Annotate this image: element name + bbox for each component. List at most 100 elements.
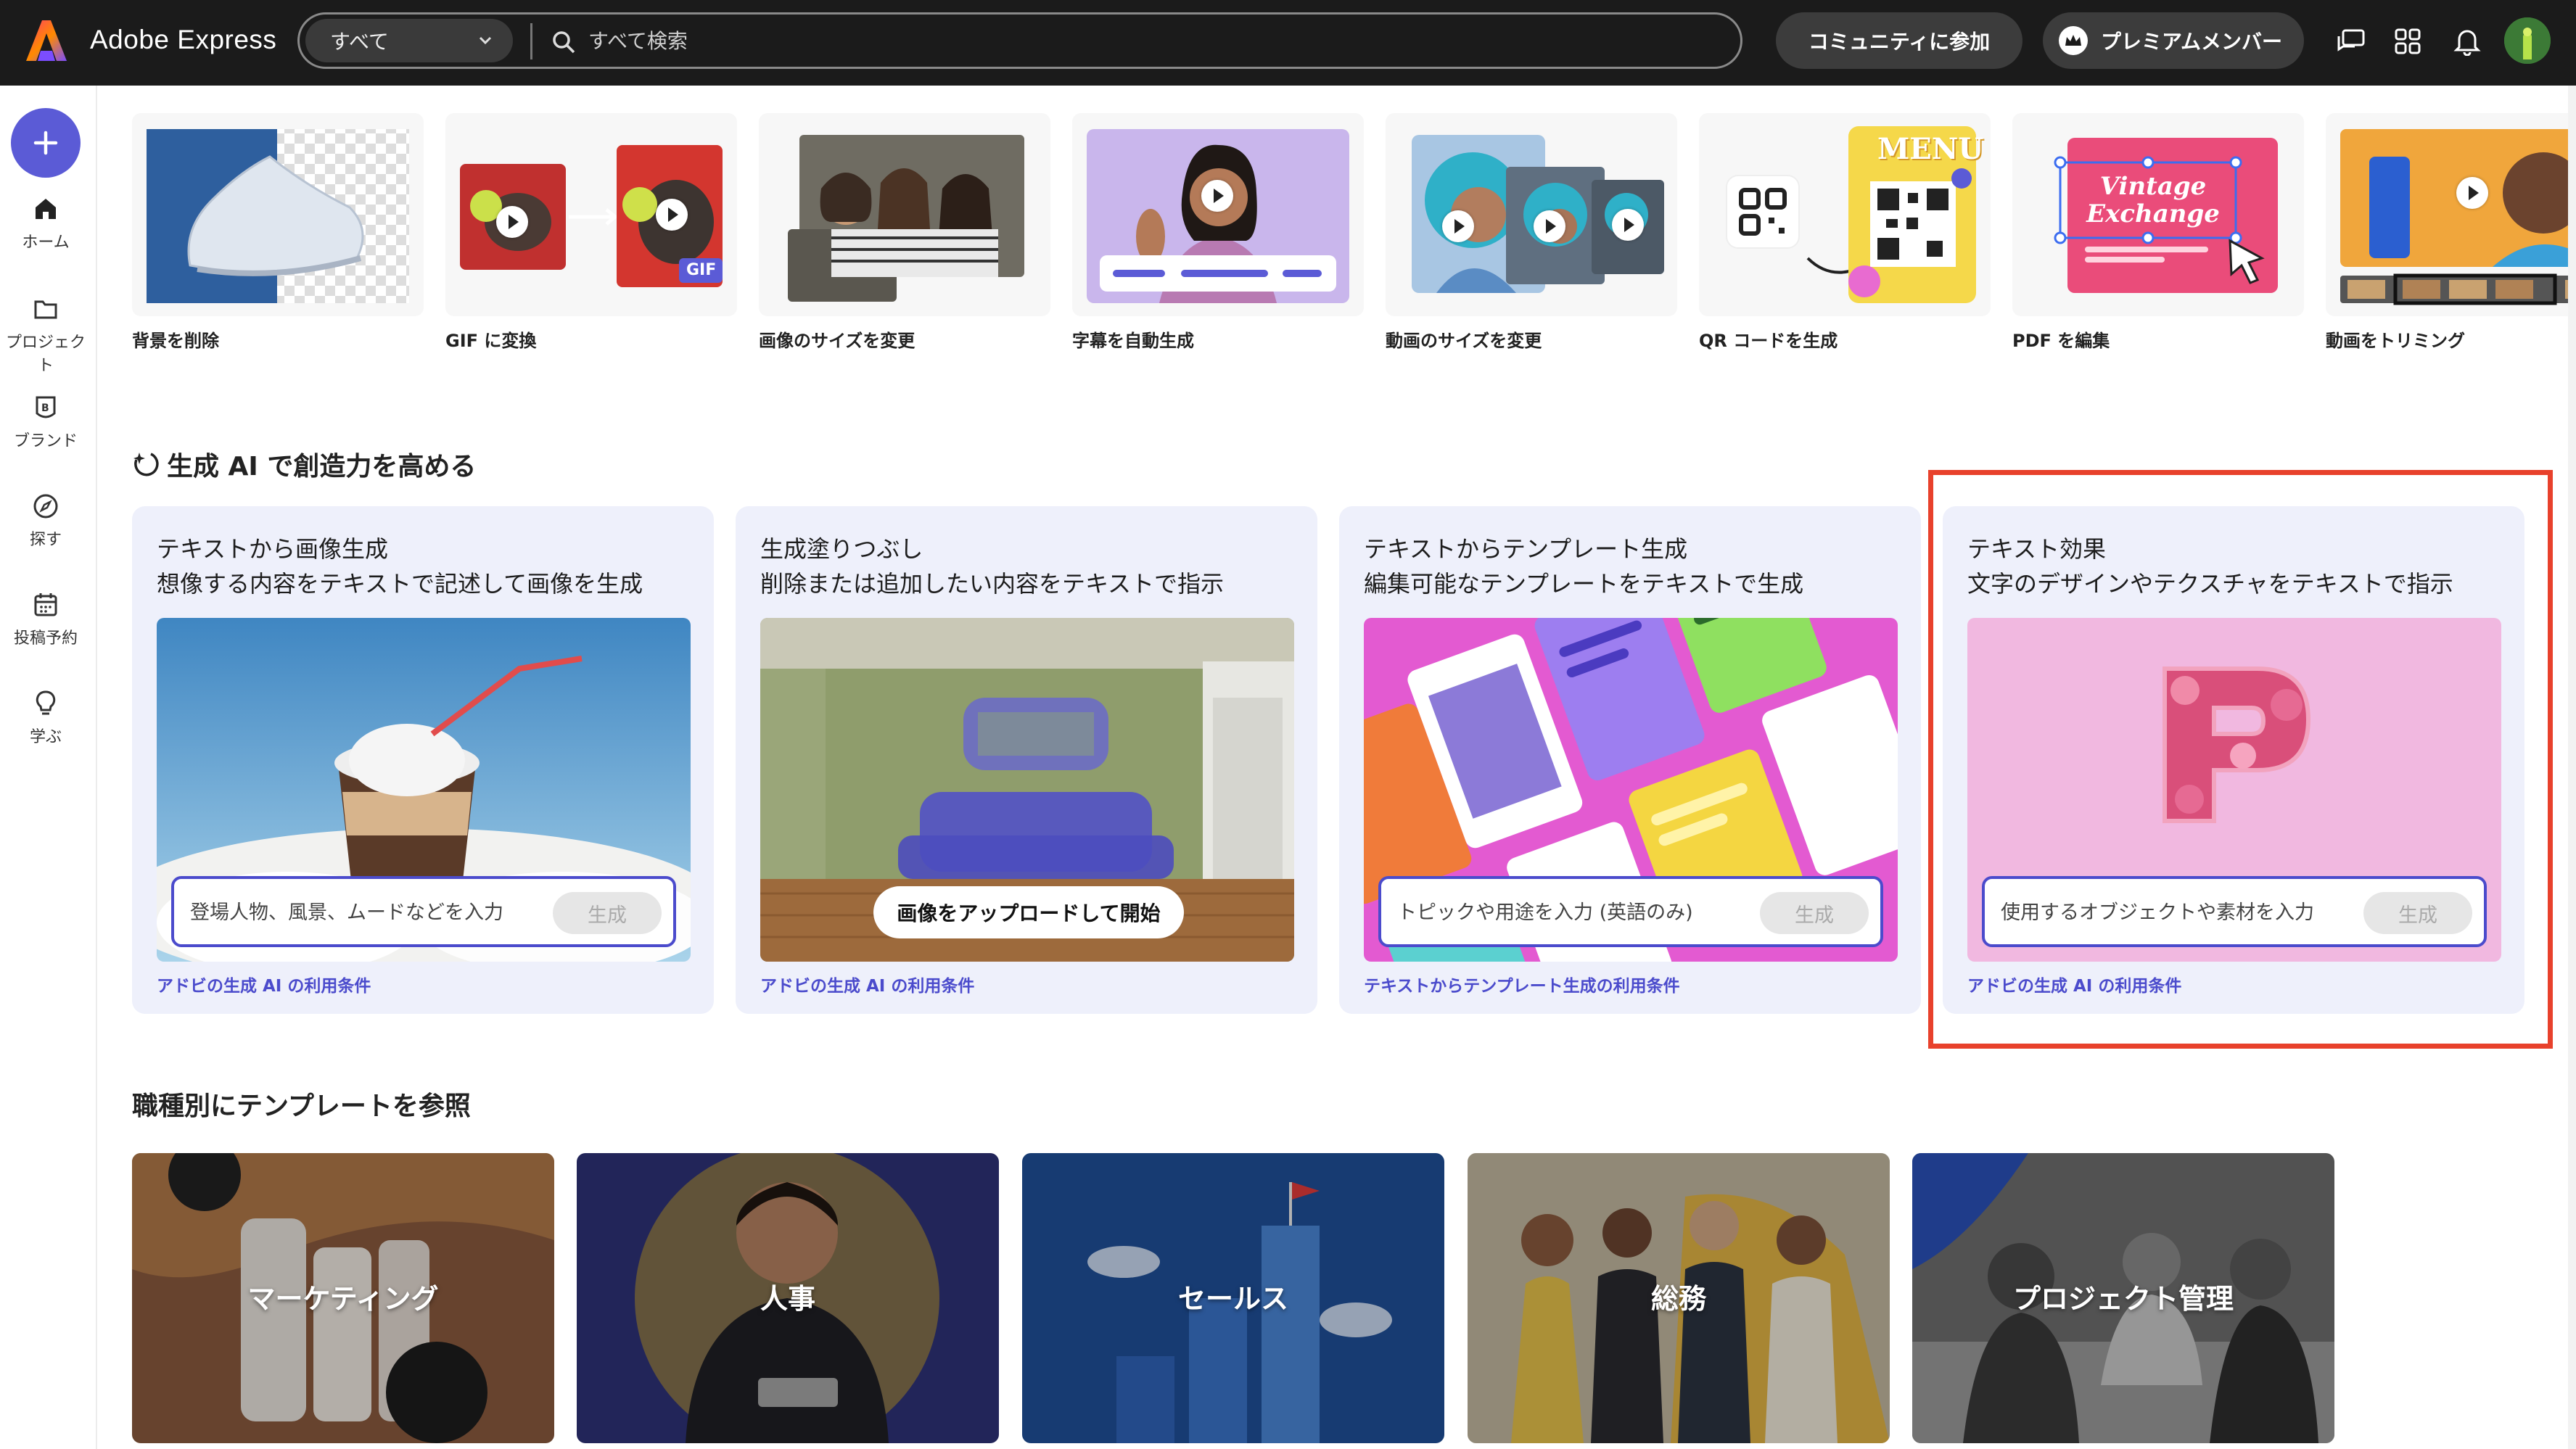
- genai-card-text-to-image[interactable]: テキストから画像生成 想像する内容をテキストで記述して画像を生成 生成 アドビの…: [132, 506, 714, 1014]
- quick-action-resize-video[interactable]: 動画のサイズを変更: [1386, 113, 1677, 352]
- generate-button[interactable]: 生成: [553, 892, 662, 934]
- job-card-marketing[interactable]: マーケティング: [132, 1153, 554, 1443]
- prompt-box: 生成: [1378, 876, 1883, 947]
- quick-action-thumbnail: MENU: [1699, 113, 1991, 316]
- top-bar: Adobe Express すべて コミュニティに参加 プレミアムメンバー: [0, 0, 2576, 86]
- job-card-project-management[interactable]: プロジェクト管理: [1912, 1153, 2334, 1443]
- quick-action-thumbnail: [2326, 113, 2576, 316]
- card-title: テキストからテンプレート生成: [1364, 535, 1688, 563]
- play-icon: [2456, 177, 2488, 209]
- text-to-image-prompt-input[interactable]: [190, 895, 553, 930]
- search-icon: [553, 31, 575, 54]
- terms-link[interactable]: アドビの生成 AI の利用条件: [157, 972, 371, 996]
- play-icon: [1534, 210, 1565, 242]
- quick-action-auto-captions[interactable]: 字幕を自動生成: [1072, 113, 1364, 352]
- sidebar-item-home[interactable]: ホーム: [0, 194, 91, 252]
- quick-action-label: 動画のサイズを変更: [1386, 331, 1542, 351]
- join-community-button[interactable]: コミュニティに参加: [1776, 12, 2022, 69]
- sidebar-item-label: 学ぶ: [29, 728, 62, 746]
- card-image: 生成: [1364, 618, 1898, 962]
- chat-icon[interactable]: [2334, 25, 2368, 58]
- quick-action-edit-pdf[interactable]: Vintage Exchange PDF を編集: [2012, 113, 2304, 352]
- terms-link[interactable]: アドビの生成 AI の利用条件: [760, 972, 974, 996]
- play-icon: [1442, 210, 1474, 242]
- upload-image-button[interactable]: 画像をアップロードして開始: [873, 886, 1184, 938]
- folder-icon: [34, 300, 57, 319]
- quick-action-thumbnail: [132, 113, 424, 316]
- play-icon: [1612, 209, 1644, 241]
- quick-action-resize-image[interactable]: 画像のサイズを変更: [759, 113, 1050, 352]
- sparkle-icon: [133, 453, 159, 476]
- prompt-box: 生成: [171, 876, 676, 947]
- play-icon: [1201, 180, 1233, 212]
- genai-card-text-to-template[interactable]: テキストからテンプレート生成 編集可能なテンプレートをテキストで生成 トピックや…: [1339, 506, 1921, 1014]
- play-icon: [656, 199, 688, 231]
- gif-badge: GIF: [686, 261, 717, 279]
- calendar-icon: [34, 593, 57, 616]
- job-card-general-affairs[interactable]: 総務: [1468, 1153, 1890, 1443]
- search-input[interactable]: [588, 22, 1676, 59]
- genai-card-generative-fill[interactable]: 生成塗りつぶし 削除または追加したい内容をテキストで指示 画像をアップロードして…: [736, 506, 1317, 1014]
- apps-grid-icon[interactable]: [2391, 25, 2424, 58]
- join-community-label: コミュニティに参加: [1808, 30, 1991, 54]
- sidebar-item-learn[interactable]: 学ぶ: [0, 689, 91, 747]
- menu-text: MENU: [1877, 132, 1984, 166]
- discover-icon: [33, 494, 58, 519]
- search-scope-label: すべて: [330, 30, 389, 54]
- terms-link[interactable]: テキストからテンプレート生成の利用条件: [1364, 972, 1680, 996]
- pdf-sample-title: Vintage Exchange: [2086, 172, 2220, 228]
- quick-action-convert-gif[interactable]: GIF GIF に変換: [445, 113, 737, 352]
- quick-action-label: GIF に変換: [445, 331, 537, 351]
- quick-action-remove-background[interactable]: 背景を削除: [132, 113, 424, 352]
- play-icon: [496, 206, 528, 238]
- user-avatar[interactable]: [2504, 17, 2551, 64]
- job-card-sales[interactable]: セールス: [1022, 1153, 1444, 1443]
- sidebar-item-label: ブランド: [13, 432, 78, 450]
- quick-action-qr-code[interactable]: MENU QR コードを生成: [1699, 113, 1991, 352]
- quick-action-label: PDF を編集: [2012, 331, 2110, 351]
- bell-icon[interactable]: [2451, 25, 2484, 58]
- job-card-hr[interactable]: 人事: [577, 1153, 999, 1443]
- premium-member-button[interactable]: プレミアムメンバー: [2043, 12, 2304, 69]
- sidebar-item-schedule[interactable]: 投稿予約: [0, 590, 91, 648]
- highlight-box: [1928, 470, 2553, 1049]
- page-scrollbar[interactable]: [2568, 86, 2576, 1449]
- sidebar-item-label: 探す: [29, 531, 62, 549]
- lightbulb-icon: [36, 690, 56, 715]
- card-image: 生成: [157, 618, 691, 962]
- chevron-down-icon: [479, 36, 492, 45]
- job-label: マーケティング: [247, 1283, 439, 1315]
- card-subtitle: 編集可能なテンプレートをテキストで生成: [1364, 570, 1804, 598]
- generate-button[interactable]: 生成: [1760, 892, 1869, 934]
- search-divider: [530, 23, 532, 59]
- job-label: 人事: [760, 1283, 815, 1315]
- card-image: 画像をアップロードして開始: [760, 618, 1294, 962]
- quick-action-thumbnail: Vintage Exchange: [2012, 113, 2304, 316]
- card-title: 生成塗りつぶし: [760, 535, 923, 563]
- sidebar-item-label: 投稿予約: [13, 629, 78, 648]
- adobe-express-logo[interactable]: [26, 19, 67, 62]
- app-title: Adobe Express: [90, 25, 277, 54]
- quick-action-label: QR コードを生成: [1699, 331, 1838, 351]
- job-label: 総務: [1650, 1283, 1706, 1315]
- sidebar: ホーム プロジェクト B ブランド 探す 投稿予約 学ぶ: [0, 86, 97, 1449]
- sidebar-item-label: プロジェクト: [5, 334, 86, 375]
- quick-action-trim-video[interactable]: 動画をトリミング: [2326, 113, 2576, 352]
- sidebar-item-brand[interactable]: B ブランド: [0, 393, 91, 451]
- job-label: プロジェクト管理: [2012, 1283, 2234, 1315]
- sidebar-item-discover[interactable]: 探す: [0, 492, 91, 550]
- create-new-button[interactable]: [11, 108, 81, 178]
- quick-action-label: 画像のサイズを変更: [759, 331, 915, 351]
- job-label: セールス: [1177, 1283, 1288, 1315]
- sidebar-item-projects[interactable]: プロジェクト: [0, 294, 91, 376]
- card-subtitle: 想像する内容をテキストで記述して画像を生成: [157, 570, 643, 598]
- jobs-section-title: 職種別にテンプレートを参照: [132, 1091, 471, 1121]
- sidebar-item-label: ホーム: [22, 234, 70, 252]
- quick-action-label: 字幕を自動生成: [1072, 331, 1194, 351]
- premium-member-label: プレミアムメンバー: [2101, 30, 2283, 54]
- quick-action-thumbnail: [1072, 113, 1364, 316]
- search-scope-dropdown[interactable]: すべて: [305, 19, 513, 62]
- search-bar: すべて: [297, 12, 1742, 69]
- text-to-template-prompt-input[interactable]: [1397, 895, 1760, 930]
- home-icon: [36, 199, 56, 219]
